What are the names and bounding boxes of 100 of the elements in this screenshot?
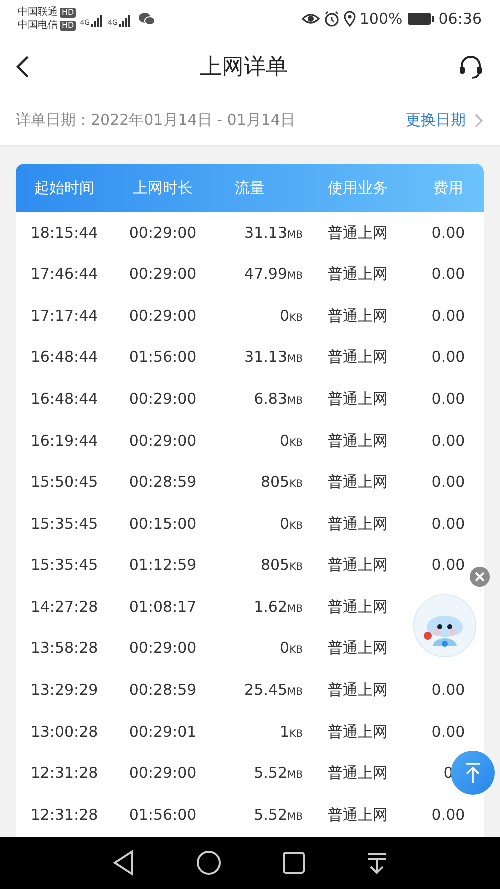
table-cell: 0.00 — [432, 390, 466, 408]
table-cell-text: 16:48:44 — [30, 388, 100, 410]
table-cell-text: 00:29:00 — [128, 763, 198, 784]
table-cell-text: 普通上网 — [327, 306, 389, 327]
table-cell: 0.00 — [432, 556, 466, 574]
battery-icon — [406, 12, 435, 26]
carrier-name: 中国电信 — [18, 19, 58, 32]
table-cell: 0.00 — [432, 681, 466, 700]
close-icon[interactable] — [470, 567, 490, 587]
table-cell-text: 15:35:45 — [30, 555, 100, 576]
table-cell-text: 17:17:44 — [30, 306, 100, 327]
chat-bubbles-icon — [138, 12, 156, 26]
table-cell-text: 0KB — [279, 638, 303, 660]
table-cell-text: 15:35:45 — [30, 514, 100, 535]
table-cell-text: 47.99MB — [244, 264, 303, 286]
table-cell-text: 00:29:00 — [128, 638, 198, 660]
table-cell-text: 12:31:28 — [30, 804, 100, 826]
table-cell-text: 5.52 MB — [253, 763, 303, 784]
table-cell-text: 13:58:28 — [30, 638, 100, 660]
table-cell-text: 16:48:44 — [30, 347, 100, 368]
table-cell-text: 31.13MB — [244, 222, 303, 244]
table-cell-text: 17:46:44 — [30, 264, 100, 286]
table-cell-text: 00:28:59 — [128, 680, 198, 702]
signal-icon — [90, 14, 104, 28]
table-cell: 0.00 — [432, 224, 466, 242]
table-cell: 0.00 — [432, 348, 466, 366]
table-cell-text: 25.45MB — [244, 680, 303, 702]
table-cell-text: 普通上网 — [327, 804, 389, 826]
table-cell-text: 普通上网 — [327, 763, 389, 784]
table-cell-text: 31.13MB — [244, 347, 303, 368]
table-cell-text: 0KB — [279, 430, 303, 452]
column-header: 起始时间 — [34, 178, 96, 199]
column-header: 流量 — [234, 178, 266, 199]
table-cell-text: 14:27:28 — [30, 596, 100, 618]
arrow-up-icon — [463, 762, 483, 784]
table-cell-text: 普通上网 — [327, 722, 389, 743]
hd-badge: HD — [60, 8, 76, 18]
table-cell: 0.00 — [432, 432, 466, 450]
table-cell-text: 00:29:00 — [128, 306, 198, 327]
table-cell-text: 普通上网 — [327, 388, 389, 410]
table-cell-text: 01:56:00 — [128, 804, 198, 826]
table-cell-text: 0KB — [279, 514, 303, 535]
table-cell-text: 00:29:00 — [128, 430, 198, 452]
column-header: 使用业务 — [327, 178, 389, 199]
alarm-icon — [324, 11, 340, 27]
pull-down-icon[interactable] — [366, 851, 388, 875]
table-cell: 0.00 — [432, 806, 466, 824]
table-cell-text: 00:28:59 — [128, 472, 198, 494]
table-cell-text: 18:15:44 — [30, 222, 100, 244]
table-cell-text: 01:08:17 — [128, 596, 198, 618]
table-cell-text: 普通上网 — [327, 347, 389, 368]
table-cell-text: 13:00:28 — [30, 722, 100, 743]
table-cell-text: 普通上网 — [327, 596, 389, 618]
battery-percent: 100% — [360, 8, 403, 30]
table-cell-text: 00:29:01 — [128, 722, 198, 743]
table-cell-text: 00:29:00 — [128, 222, 198, 244]
table-cell-text: 01:12:59 — [128, 555, 198, 576]
table-cell-text: 6.83MB — [253, 388, 303, 410]
table-cell-text: 805KB — [260, 555, 303, 576]
table-cell-text: 普通上网 — [327, 430, 389, 452]
recents-icon[interactable] — [282, 851, 306, 875]
table-cell-text: 13:29:29 — [30, 680, 100, 702]
table-cell-text: 普通上网 — [327, 680, 389, 702]
table-cell: 0.00 — [432, 514, 466, 533]
signal-icon — [118, 14, 132, 28]
table-cell-text: 00:15:00 — [128, 514, 198, 535]
table-cell-text: 805KB — [260, 472, 303, 494]
chevron-right-icon — [474, 112, 484, 128]
table-cell-text: 16:19:44 — [30, 430, 100, 452]
eye-icon — [302, 12, 320, 26]
clock-time: 06:36 — [438, 8, 482, 30]
date-range-label: 详单日期：2022年01月14日 - 01月14日 — [16, 110, 296, 132]
table-cell: 0.00 — [432, 722, 466, 741]
back-icon[interactable] — [112, 850, 136, 876]
table-cell-text: 00:29:00 — [128, 264, 198, 286]
table-cell-text: 0KB — [279, 306, 303, 327]
table-cell-text: 00:29:00 — [128, 388, 198, 410]
table-cell-text: 12:31:28 — [30, 763, 100, 784]
table-cell-text: 普通上网 — [327, 514, 389, 535]
carrier-name: 中国联通 — [18, 6, 58, 19]
table-cell: 0.00 — [432, 265, 466, 284]
table-cell-text: 1KB — [279, 722, 303, 743]
table-cell-text: 1.62 MB — [253, 596, 303, 618]
table-cell: 0.00 — [432, 473, 466, 492]
table-cell-text: 15:50:45 — [30, 472, 100, 494]
table-cell-text: 普通上网 — [327, 638, 389, 660]
table-cell-text: 普通上网 — [327, 555, 389, 576]
home-icon[interactable] — [196, 850, 222, 876]
location-pin-icon — [344, 11, 356, 27]
table-cell-text: 5.52 MB — [253, 804, 303, 826]
table-cell-text: 普通上网 — [327, 472, 389, 494]
table-cell-text: 普通上网 — [327, 264, 389, 286]
table-cell-text: 普通上网 — [327, 222, 389, 244]
column-header: 上网时长 — [132, 178, 194, 199]
page-title: 上网详单 — [199, 54, 289, 82]
assistant-mascot-icon[interactable] — [413, 594, 477, 658]
column-header: 费用 — [432, 178, 464, 199]
change-date-link[interactable]: 更换日期 — [406, 109, 466, 132]
hd-badge: HD — [60, 20, 76, 30]
table-cell: 0.00 — [432, 306, 466, 325]
